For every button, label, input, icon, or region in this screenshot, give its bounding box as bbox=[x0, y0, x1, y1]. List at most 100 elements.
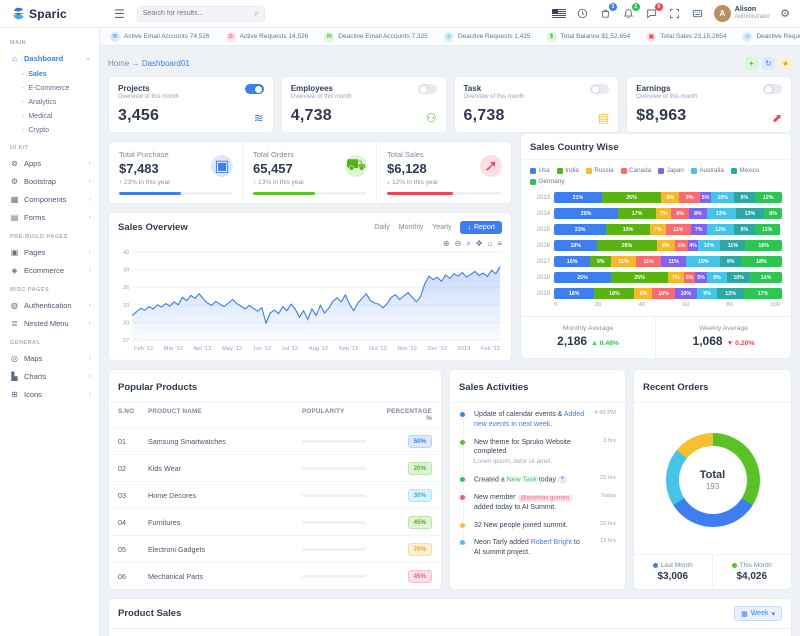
stat-card-toggle[interactable] bbox=[245, 84, 264, 94]
sidebar-item-ecommerce[interactable]: ◈ Ecommerce › bbox=[0, 261, 99, 279]
us-flag-icon[interactable] bbox=[552, 9, 566, 18]
activity-item[interactable]: Update of calendar events & Added new ev… bbox=[459, 410, 616, 438]
activity-text: 32 New people joined summit. bbox=[474, 521, 586, 531]
people-icon: ⚇ bbox=[426, 111, 437, 125]
activity-time: 22 hrs bbox=[590, 521, 616, 531]
sidebar-subitem-analytics[interactable]: -Analytics bbox=[0, 95, 99, 109]
bar-segment-australia: 12% bbox=[707, 224, 734, 235]
table-row[interactable]: 03 Home Decores 30% bbox=[109, 481, 441, 508]
stat-card-toggle[interactable] bbox=[590, 84, 609, 94]
activity-time: 12 hrs bbox=[590, 538, 616, 558]
layers-icon: ≋ bbox=[254, 111, 264, 125]
zoom-in-icon[interactable]: ⊕ bbox=[443, 240, 450, 248]
stat-card-subtitle: Overview of this month bbox=[118, 94, 179, 100]
sidebar-section-title: MAIN bbox=[10, 40, 89, 46]
legend-item-germany[interactable]: Germany bbox=[530, 178, 564, 185]
stat-card-value: 4,738 bbox=[291, 107, 332, 125]
products-table-body: 01 Samsung Smartwatches 50% 02 Kids Wear… bbox=[109, 427, 441, 589]
add-button[interactable]: + bbox=[745, 57, 758, 70]
selection-zoom-icon[interactable]: ⌕ bbox=[466, 240, 470, 248]
tab-yearly[interactable]: Yearly bbox=[432, 224, 451, 231]
table-row[interactable]: 06 Mechanical Parts 45% bbox=[109, 562, 441, 589]
home-icon[interactable]: ⌂ bbox=[487, 240, 492, 248]
theme-toggle-icon[interactable] bbox=[576, 7, 589, 20]
sales-overview-chart[interactable]: 42 39 36 33 30 27 bbox=[118, 248, 502, 344]
apps-grid-icon[interactable] bbox=[691, 7, 704, 20]
legend-item-india[interactable]: India bbox=[557, 167, 579, 174]
table-row[interactable]: 05 Electroni Gadgets 70% bbox=[109, 535, 441, 562]
legend-item-canada[interactable]: Canada bbox=[621, 167, 652, 174]
activity-item[interactable]: New theme for Spruko Website completed L… bbox=[459, 438, 616, 475]
cart-icon[interactable]: 3 bbox=[599, 7, 612, 20]
sidebar-item-components[interactable]: ▦ Components › bbox=[0, 190, 99, 208]
activity-item[interactable]: New member @andreas gurrero added today … bbox=[459, 493, 616, 521]
ticker-item: ⊘ Active Requests 14,526 bbox=[226, 32, 309, 42]
product-sno: 06 bbox=[118, 572, 148, 581]
activity-link[interactable]: Added new events in next week. bbox=[474, 411, 584, 428]
activity-link[interactable]: Robert Bright bbox=[531, 539, 572, 546]
zoom-out-icon[interactable]: ⊖ bbox=[455, 240, 462, 248]
sidebar-item-nested-menu[interactable]: ≣ Nested Menu › bbox=[0, 314, 99, 332]
tab-daily[interactable]: Daily bbox=[374, 224, 390, 231]
report-button[interactable]: ↓ Report bbox=[460, 221, 502, 234]
plus-icon[interactable]: + bbox=[558, 475, 567, 484]
bell-icon[interactable]: 2 bbox=[622, 7, 635, 20]
map-pin-icon: ◎ bbox=[10, 354, 19, 363]
search-input[interactable] bbox=[143, 10, 255, 17]
sidebar-item-charts[interactable]: ▙ Charts › bbox=[0, 367, 99, 385]
block-icon: ⊘ bbox=[226, 32, 236, 42]
activity-item[interactable]: Neon Tarly added Robert Bright to AI sum… bbox=[459, 538, 616, 566]
pan-icon[interactable]: ✥ bbox=[476, 240, 483, 248]
bar-segment-usa: 25% bbox=[554, 272, 611, 283]
sidebar-item-pages[interactable]: ▣ Pages › bbox=[0, 243, 99, 261]
sidebar-subitem-sales[interactable]: -Sales bbox=[0, 67, 99, 81]
settings-gear-icon[interactable]: ⚙ bbox=[780, 7, 790, 20]
user-role: Administrator bbox=[735, 14, 770, 21]
legend-item-usa[interactable]: Usa bbox=[530, 167, 550, 174]
activity-item[interactable]: 32 New people joined summit. 22 hrs bbox=[459, 521, 616, 539]
stat-card-subtitle: Overview of this month bbox=[291, 94, 352, 100]
sidebar-item-authentication[interactable]: ◍ Authentication › bbox=[0, 296, 99, 314]
chevron-icon: › bbox=[89, 302, 91, 309]
orders-donut-chart[interactable]: Total 193 bbox=[666, 433, 760, 527]
bar-segment-russia: 8% bbox=[634, 288, 652, 299]
period-select-button[interactable]: ▦ Week ▾ bbox=[734, 606, 782, 621]
chat-icon[interactable]: 9 bbox=[645, 7, 658, 20]
x-tick-label: May '12 bbox=[222, 346, 242, 352]
menu-icon[interactable]: ≡ bbox=[497, 240, 502, 248]
sidebar-item-dashboard[interactable]: ⌂ Dashboard ⌄ bbox=[0, 49, 99, 67]
refresh-button[interactable]: ↻ bbox=[762, 57, 775, 70]
activity-item[interactable]: Created a New Task today + 22 hrs bbox=[459, 475, 616, 493]
star-button[interactable]: ★ bbox=[779, 57, 792, 70]
search-icon[interactable]: ⌕ bbox=[254, 9, 258, 19]
product-name: Electroni Gadgets bbox=[148, 545, 302, 554]
sidebar-item-maps[interactable]: ◎ Maps › bbox=[0, 349, 99, 367]
sidebar-item-icons[interactable]: ⊞ Icons › bbox=[0, 385, 99, 403]
sidebar-item-bootstrap[interactable]: ⚙ Bootstrap › bbox=[0, 172, 99, 190]
legend-swatch bbox=[530, 179, 536, 185]
table-row[interactable]: 04 Furnitures 45% bbox=[109, 508, 441, 535]
legend-item-australia[interactable]: Australia bbox=[691, 167, 724, 174]
activity-link[interactable]: New Task bbox=[507, 476, 537, 483]
fullscreen-icon[interactable] bbox=[668, 7, 681, 20]
sidebar-subitem-crypto[interactable]: -Crypto bbox=[0, 123, 99, 137]
member-chip: @andreas gurrero bbox=[518, 495, 573, 502]
brand[interactable]: Sparic bbox=[0, 7, 100, 21]
activity-text: Update of calendar events & Added new ev… bbox=[474, 410, 586, 430]
tab-monthly[interactable]: Monthly bbox=[399, 224, 424, 231]
user-menu[interactable]: A Alison Administrator bbox=[714, 5, 770, 22]
sidebar-subitem-e-commerce[interactable]: -E-Commerce bbox=[0, 81, 99, 95]
menu-toggle-icon[interactable]: ☰ bbox=[114, 8, 125, 20]
table-row[interactable]: 02 Kids Wear 20% bbox=[109, 454, 441, 481]
stat-card-toggle[interactable] bbox=[418, 84, 437, 94]
breadcrumb-home[interactable]: Home bbox=[108, 59, 129, 68]
sidebar-subitem-medical[interactable]: -Medical bbox=[0, 109, 99, 123]
legend-item-japan[interactable]: Japan bbox=[658, 167, 684, 174]
table-row[interactable]: 01 Samsung Smartwatches 50% bbox=[109, 427, 441, 454]
legend-item-mexico[interactable]: Mexico bbox=[731, 167, 759, 174]
sidebar-item-apps[interactable]: ⊚ Apps › bbox=[0, 154, 99, 172]
stat-card-toggle[interactable] bbox=[763, 84, 782, 94]
country-bar-row: 2015 23%19%7%11%7%12%9%11% bbox=[530, 224, 782, 235]
legend-item-russia[interactable]: Russia bbox=[586, 167, 614, 174]
sidebar-item-forms[interactable]: ▤ Forms › bbox=[0, 208, 99, 226]
